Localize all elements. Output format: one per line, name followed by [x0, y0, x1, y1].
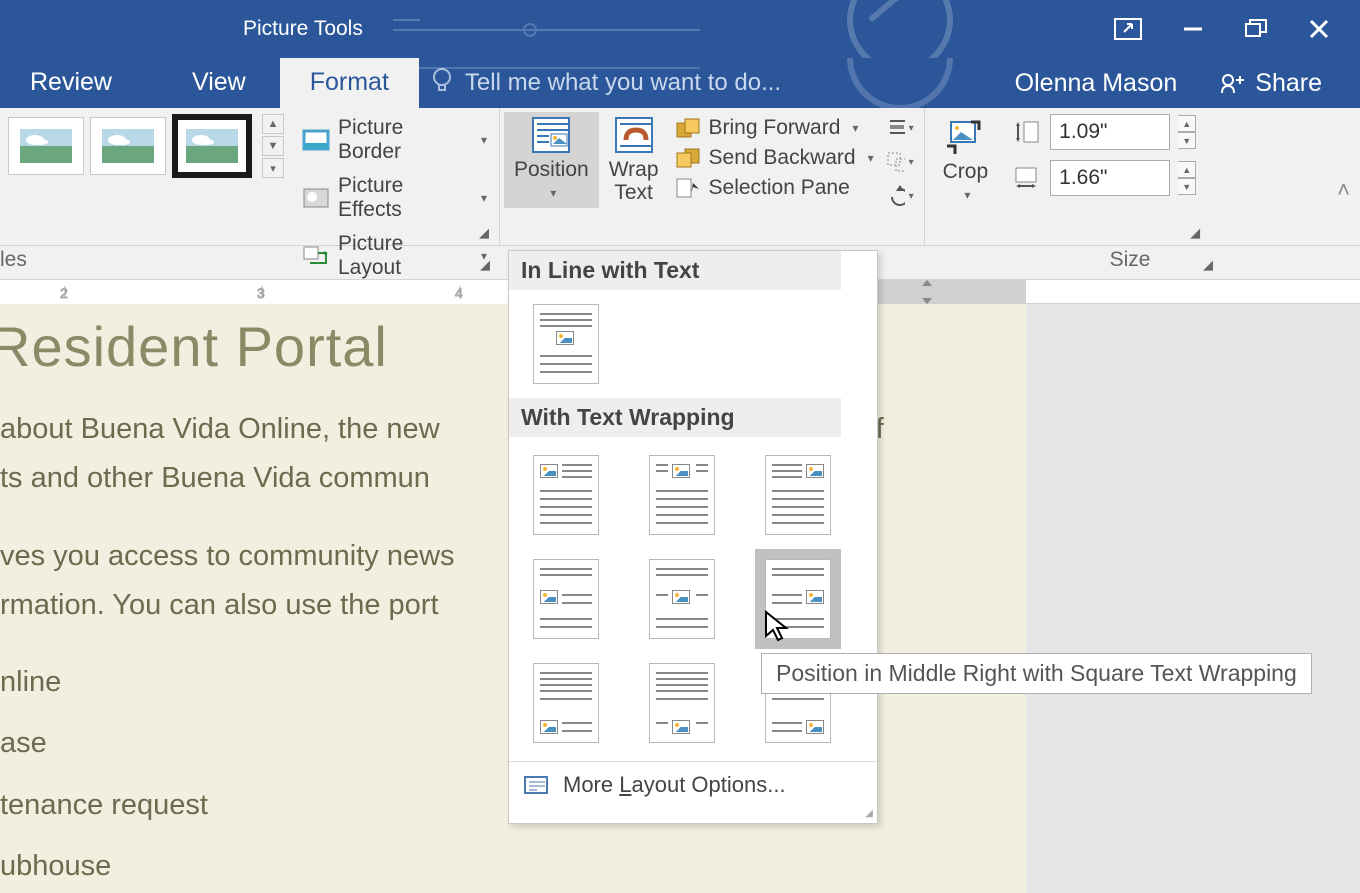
- selection-pane-icon: [675, 177, 701, 199]
- chevron-down-icon: ▾: [550, 186, 556, 200]
- width-down[interactable]: ▼: [1178, 178, 1196, 195]
- contextual-tab-picture-tools: Picture Tools: [213, 3, 393, 55]
- wrap-text-button[interactable]: Wrap Text: [599, 112, 669, 208]
- picture-effects-label: Picture Effects: [338, 174, 469, 222]
- send-backward-button[interactable]: Send Backward ▾: [675, 146, 874, 170]
- share-label: Share: [1255, 69, 1322, 98]
- dialog-launcher-icon[interactable]: ◢: [480, 257, 496, 273]
- chevron-down-icon: ▾: [868, 151, 874, 165]
- restore-button[interactable]: [1244, 18, 1268, 40]
- picture-border-label: Picture Border: [338, 116, 469, 164]
- share-icon: [1219, 71, 1245, 95]
- group-size: Crop ▾ 1.09" ▲▼ 1.66" ▲▼ ◢: [925, 108, 1211, 245]
- position-middle-center[interactable]: [649, 559, 715, 639]
- share-button[interactable]: Share: [1205, 63, 1336, 104]
- svg-text:3: 3: [257, 285, 265, 301]
- svg-text:4: 4: [455, 285, 463, 301]
- crop-button[interactable]: Crop ▾: [933, 114, 999, 206]
- dropdown-resizer[interactable]: ◢: [509, 808, 877, 823]
- height-down[interactable]: ▼: [1178, 132, 1196, 149]
- picture-border-icon: [302, 129, 330, 151]
- gallery-up-arrow[interactable]: ▲: [262, 114, 284, 134]
- bring-forward-button[interactable]: Bring Forward ▾: [675, 116, 874, 140]
- rotate-button[interactable]: ▾: [886, 184, 914, 208]
- position-top-center[interactable]: [649, 455, 715, 535]
- width-icon: [1014, 166, 1042, 190]
- position-icon: [529, 116, 573, 154]
- chevron-down-icon: ▾: [852, 121, 858, 135]
- dropdown-header-wrapping: With Text Wrapping: [509, 398, 841, 437]
- width-up[interactable]: ▲: [1178, 161, 1196, 178]
- group-arrange-left: Position ▾ Wrap Text Bring Forward ▾ Sen…: [500, 108, 924, 245]
- position-bottom-left[interactable]: [533, 663, 599, 743]
- position-middle-right[interactable]: [765, 559, 831, 639]
- selection-pane-button[interactable]: Selection Pane: [675, 176, 874, 200]
- position-button[interactable]: Position ▾: [504, 112, 599, 208]
- group-label-size: Size: [1110, 248, 1151, 271]
- group-button[interactable]: ▾: [886, 150, 914, 174]
- svg-text:2: 2: [60, 285, 68, 301]
- height-icon: [1014, 120, 1042, 144]
- gallery-more-arrow[interactable]: ▾: [262, 158, 284, 178]
- bring-forward-label: Bring Forward: [709, 116, 841, 140]
- dialog-launcher-icon[interactable]: ◢: [1200, 257, 1216, 273]
- chevron-down-icon: ▾: [964, 188, 970, 202]
- position-top-right[interactable]: [765, 455, 831, 535]
- style-thumb-2[interactable]: [90, 117, 166, 175]
- wrap-text-label: Wrap Text: [609, 158, 659, 204]
- title-bar: Picture Tools: [0, 0, 1360, 58]
- user-name[interactable]: Olenna Mason: [1015, 69, 1178, 98]
- selection-pane-label: Selection Pane: [709, 176, 850, 200]
- minimize-button[interactable]: [1182, 18, 1204, 40]
- ribbon-display-options-icon[interactable]: [1114, 18, 1142, 40]
- tooltip: Position in Middle Right with Square Tex…: [761, 653, 1312, 694]
- close-button[interactable]: [1308, 18, 1330, 40]
- lightbulb-icon: [431, 67, 453, 100]
- position-top-left[interactable]: [533, 455, 599, 535]
- style-thumb-1[interactable]: [8, 117, 84, 175]
- align-button[interactable]: ▾: [886, 116, 914, 140]
- width-input[interactable]: 1.66": [1050, 160, 1170, 196]
- ribbon: ▲ ▼ ▾ Picture Border ▾ Picture Effects ▾: [0, 108, 1360, 246]
- document-gutter: [1026, 304, 1360, 893]
- send-backward-icon: [675, 147, 701, 169]
- more-layout-options[interactable]: More Layout Options...: [509, 761, 877, 808]
- style-thumb-3[interactable]: [172, 114, 252, 178]
- tab-view[interactable]: View: [162, 58, 276, 108]
- picture-effects-button[interactable]: Picture Effects ▾: [298, 172, 491, 224]
- crop-icon: [943, 118, 987, 156]
- picture-effects-icon: [302, 187, 330, 209]
- group-picture-styles: ▲ ▼ ▾ Picture Border ▾ Picture Effects ▾: [0, 108, 500, 245]
- wrap-text-icon: [612, 116, 656, 154]
- dropdown-header-inline: In Line with Text: [509, 251, 841, 290]
- dialog-launcher-icon[interactable]: ◢: [479, 225, 495, 241]
- chevron-down-icon: ▾: [481, 133, 487, 147]
- bring-forward-icon: [675, 117, 701, 139]
- group-label-styles: les: [0, 248, 27, 271]
- send-backward-label: Send Backward: [709, 146, 856, 170]
- position-bottom-center[interactable]: [649, 663, 715, 743]
- position-inline-option[interactable]: [533, 304, 599, 384]
- more-layout-label: More Layout Options...: [563, 772, 786, 798]
- doc-bullet: ubhouse: [0, 842, 1026, 891]
- dialog-launcher-icon[interactable]: ◢: [1190, 225, 1206, 241]
- height-up[interactable]: ▲: [1178, 115, 1196, 132]
- picture-border-button[interactable]: Picture Border ▾: [298, 114, 491, 166]
- position-dropdown: In Line with Text With Text Wrapping Mor…: [508, 250, 878, 824]
- crop-label: Crop: [943, 160, 989, 184]
- picture-styles-gallery[interactable]: ▲ ▼ ▾: [8, 114, 284, 178]
- tab-format[interactable]: Format: [280, 58, 419, 108]
- collapse-ribbon-icon[interactable]: ˄: [1337, 177, 1350, 203]
- chevron-down-icon: ▾: [481, 191, 487, 205]
- doc-line: about Buena Vida Online, the new: [0, 413, 440, 445]
- height-input[interactable]: 1.09": [1050, 114, 1170, 150]
- layout-options-icon: [523, 775, 549, 795]
- tab-review[interactable]: Review: [0, 58, 142, 108]
- gallery-down-arrow[interactable]: ▼: [262, 136, 284, 156]
- position-label: Position: [514, 158, 589, 182]
- position-middle-left[interactable]: [533, 559, 599, 639]
- ribbon-tab-strip: Review View Format Tell me what you want…: [0, 58, 1360, 108]
